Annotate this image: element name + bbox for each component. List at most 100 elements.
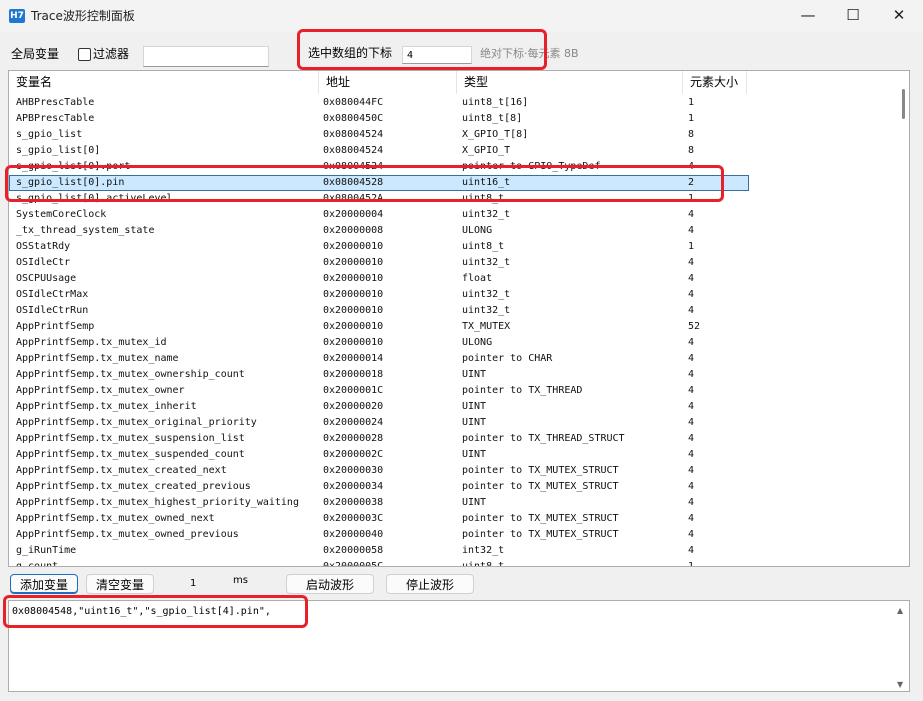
table-row[interactable]: AppPrintfSemp.tx_mutex_inherit 0x20000020… — [9, 399, 749, 415]
highlight-box-index — [297, 29, 547, 70]
scroll-down-icon[interactable]: ▼ — [897, 680, 903, 689]
table-row[interactable]: g_count 0x2000005C uint8_t 1 — [9, 559, 749, 567]
clear-variables-button[interactable]: 清空变量 — [86, 574, 154, 594]
cell-type: uint8_t — [462, 561, 505, 567]
cell-address: 0x2000002C — [323, 449, 384, 460]
cell-name: AppPrintfSemp.tx_mutex_highest_priority_… — [16, 497, 299, 508]
cell-type: UINT — [462, 369, 487, 380]
table-scrollbar[interactable] — [899, 71, 909, 566]
cell-size: 4 — [688, 257, 695, 268]
table-row[interactable]: AppPrintfSemp.tx_mutex_owned_previous 0x2… — [9, 527, 749, 543]
cell-size: 4 — [688, 417, 695, 428]
table-row[interactable]: AppPrintfSemp.tx_mutex_created_previous 0… — [9, 479, 749, 495]
cell-size: 1 — [688, 113, 695, 124]
table-row[interactable]: AppPrintfSemp 0x20000010 TX_MUTEX 52 — [9, 319, 749, 335]
cell-size: 4 — [688, 225, 695, 236]
cell-size: 4 — [688, 369, 695, 380]
table-row[interactable]: OSStatRdy 0x20000010 uint8_t 1 — [9, 239, 749, 255]
stop-waveform-button[interactable]: 停止波形 — [386, 574, 474, 594]
cell-address: 0x20000028 — [323, 433, 384, 444]
cell-name: SystemCoreClock — [16, 209, 107, 220]
minimize-button[interactable]: — — [785, 0, 831, 32]
maximize-button[interactable]: ☐ — [830, 0, 876, 32]
cell-size: 4 — [688, 209, 695, 220]
table-row[interactable]: AppPrintfSemp.tx_mutex_created_next 0x200… — [9, 463, 749, 479]
cell-type: float — [462, 273, 493, 284]
cell-address: 0x20000010 — [323, 321, 384, 332]
interval-input[interactable]: 1 — [185, 575, 227, 593]
cell-address: 0x20000024 — [323, 417, 384, 428]
cell-address: 0x08004524 — [323, 129, 384, 140]
cell-name: AppPrintfSemp.tx_mutex_original_priority — [16, 417, 257, 428]
add-variable-button[interactable]: 添加变量 — [10, 574, 78, 594]
table-row[interactable]: OSIdleCtr 0x20000010 uint32_t 4 — [9, 255, 749, 271]
scrollbar-thumb[interactable] — [902, 89, 905, 119]
cell-type: uint8_t — [462, 241, 505, 252]
cell-type: uint32_t — [462, 257, 511, 268]
table-row[interactable]: AppPrintfSemp.tx_mutex_original_priority… — [9, 415, 749, 431]
table-row[interactable]: AppPrintfSemp.tx_mutex_owned_next 0x20000… — [9, 511, 749, 527]
cell-type: pointer to TX_MUTEX_STRUCT — [462, 529, 619, 540]
cell-size: 4 — [688, 529, 695, 540]
table-row[interactable]: s_gpio_list 0x08004524 X_GPIO_T[8] 8 — [9, 127, 749, 143]
table-row[interactable]: AppPrintfSemp.tx_mutex_ownership_count 0x… — [9, 367, 749, 383]
table-row[interactable]: g_iRunTime 0x20000058 int32_t 4 — [9, 543, 749, 559]
cell-address: 0x080044FC — [323, 97, 384, 108]
cell-name: APBPrescTable — [16, 113, 95, 124]
cell-size: 4 — [688, 337, 695, 348]
table-row[interactable]: AppPrintfSemp.tx_mutex_suspended_count 0x… — [9, 447, 749, 463]
cell-type: pointer to TX_THREAD — [462, 385, 583, 396]
cell-size: 8 — [688, 129, 695, 140]
cell-address: 0x20000030 — [323, 465, 384, 476]
cell-name: AHBPrescTable — [16, 97, 95, 108]
app-icon: H7 — [9, 9, 25, 23]
cell-size: 4 — [688, 545, 695, 556]
table-row[interactable]: OSIdleCtrRun 0x20000010 uint32_t 4 — [9, 303, 749, 319]
cell-name: s_gpio_list — [16, 129, 83, 140]
cell-address: 0x20000008 — [323, 225, 384, 236]
cell-size: 4 — [688, 353, 695, 364]
cell-size: 1 — [688, 97, 695, 108]
table-row[interactable]: AppPrintfSemp.tx_mutex_owner 0x2000001C po… — [9, 383, 749, 399]
column-header-size[interactable]: 元素大小 — [683, 71, 747, 94]
cell-address: 0x0800450C — [323, 113, 384, 124]
cell-type: int32_t — [462, 545, 505, 556]
table-row[interactable]: APBPrescTable 0x0800450C uint8_t[8] 1 — [9, 111, 749, 127]
cell-address: 0x2000001C — [323, 385, 384, 396]
filter-checkbox[interactable] — [78, 48, 91, 61]
cell-name: AppPrintfSemp.tx_mutex_suspension_list — [16, 433, 245, 444]
cell-name: OSIdleCtr — [16, 257, 71, 268]
cell-name: s_gpio_list[0] — [16, 145, 101, 156]
cell-address: 0x20000010 — [323, 337, 384, 348]
table-row[interactable]: _tx_thread_system_state 0x20000008 ULONG 4 — [9, 223, 749, 239]
column-header-name[interactable]: 变量名 — [9, 71, 319, 94]
table-row[interactable]: OSCPUUsage 0x20000010 float 4 — [9, 271, 749, 287]
table-row[interactable]: OSIdleCtrMax 0x20000010 uint32_t 4 — [9, 287, 749, 303]
cell-type: uint8_t[8] — [462, 113, 523, 124]
cell-type: X_GPIO_T[8] — [462, 129, 529, 140]
cell-size: 1 — [688, 561, 695, 567]
cell-type: uint32_t — [462, 289, 511, 300]
scroll-up-icon[interactable]: ▲ — [897, 606, 903, 615]
table-row[interactable]: AppPrintfSemp.tx_mutex_name 0x20000014 poi… — [9, 351, 749, 367]
start-waveform-button[interactable]: 启动波形 — [286, 574, 374, 594]
table-row[interactable]: SystemCoreClock 0x20000004 uint32_t 4 — [9, 207, 749, 223]
column-header-address[interactable]: 地址 — [319, 71, 457, 94]
table-row[interactable]: s_gpio_list[0] 0x08004524 X_GPIO_T 8 — [9, 143, 749, 159]
cell-name: AppPrintfSemp.tx_mutex_created_next — [16, 465, 227, 476]
table-row[interactable]: AppPrintfSemp.tx_mutex_id 0x20000010 ULONG… — [9, 335, 749, 351]
filter-input[interactable] — [143, 46, 269, 67]
cell-address: 0x20000058 — [323, 545, 384, 556]
global-variables-label: 全局变量 — [11, 47, 60, 61]
table-row[interactable]: AppPrintfSemp.tx_mutex_highest_priority_… — [9, 495, 749, 511]
table-row[interactable]: AppPrintfSemp.tx_mutex_suspension_list 0x… — [9, 431, 749, 447]
column-header-type[interactable]: 类型 — [457, 71, 683, 94]
cell-address: 0x20000010 — [323, 257, 384, 268]
table-row[interactable]: AHBPrescTable 0x080044FC uint8_t[16] 1 — [9, 95, 749, 111]
close-button[interactable]: ✕ — [876, 0, 922, 32]
cell-address: 0x20000018 — [323, 369, 384, 380]
cell-size: 4 — [688, 513, 695, 524]
cell-type: UINT — [462, 497, 487, 508]
cell-name: AppPrintfSemp.tx_mutex_id — [16, 337, 167, 348]
filter-label: 过滤器 — [93, 47, 130, 61]
